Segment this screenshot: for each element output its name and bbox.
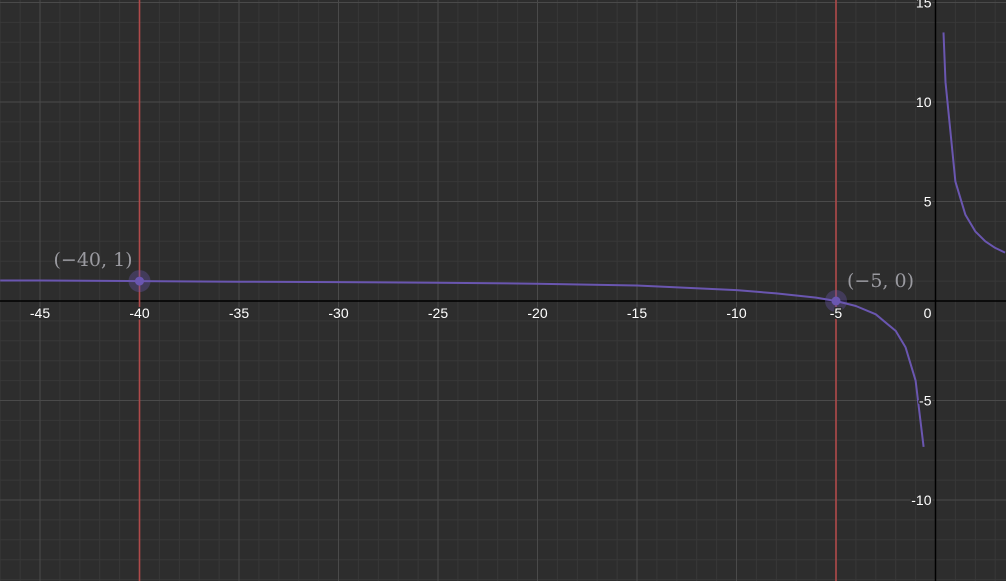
function-curves	[0, 32, 1006, 448]
x-tick-label: -10	[726, 305, 746, 321]
graph-canvas[interactable]: (−40, 1) (−5, 0) -45 -40 -35 -30 -25 -20 -15 -10…	[0, 0, 1006, 581]
point-label: (−40, 1)	[54, 249, 133, 271]
y-tick-label: 15	[916, 0, 932, 11]
y-tick-label: 5	[924, 194, 932, 210]
x-tick-label: -25	[428, 305, 448, 321]
x-tick-label: -5	[830, 305, 843, 321]
point-label: (−5, 0)	[847, 270, 914, 292]
x-tick-label: -45	[30, 305, 50, 321]
x-tick-label: -20	[527, 305, 547, 321]
curve-branch	[942, 32, 1006, 254]
x-tick-label: -15	[627, 305, 647, 321]
y-tick-label: -10	[911, 492, 931, 508]
x-tick-label: -35	[229, 305, 249, 321]
y-tick-label: -5	[919, 393, 932, 409]
x-tick-label: -30	[328, 305, 348, 321]
x-tick-label: -40	[129, 305, 149, 321]
point-marker[interactable]	[135, 276, 144, 286]
x-tick-label: 0	[924, 305, 932, 321]
y-tick-label: 10	[916, 94, 932, 110]
